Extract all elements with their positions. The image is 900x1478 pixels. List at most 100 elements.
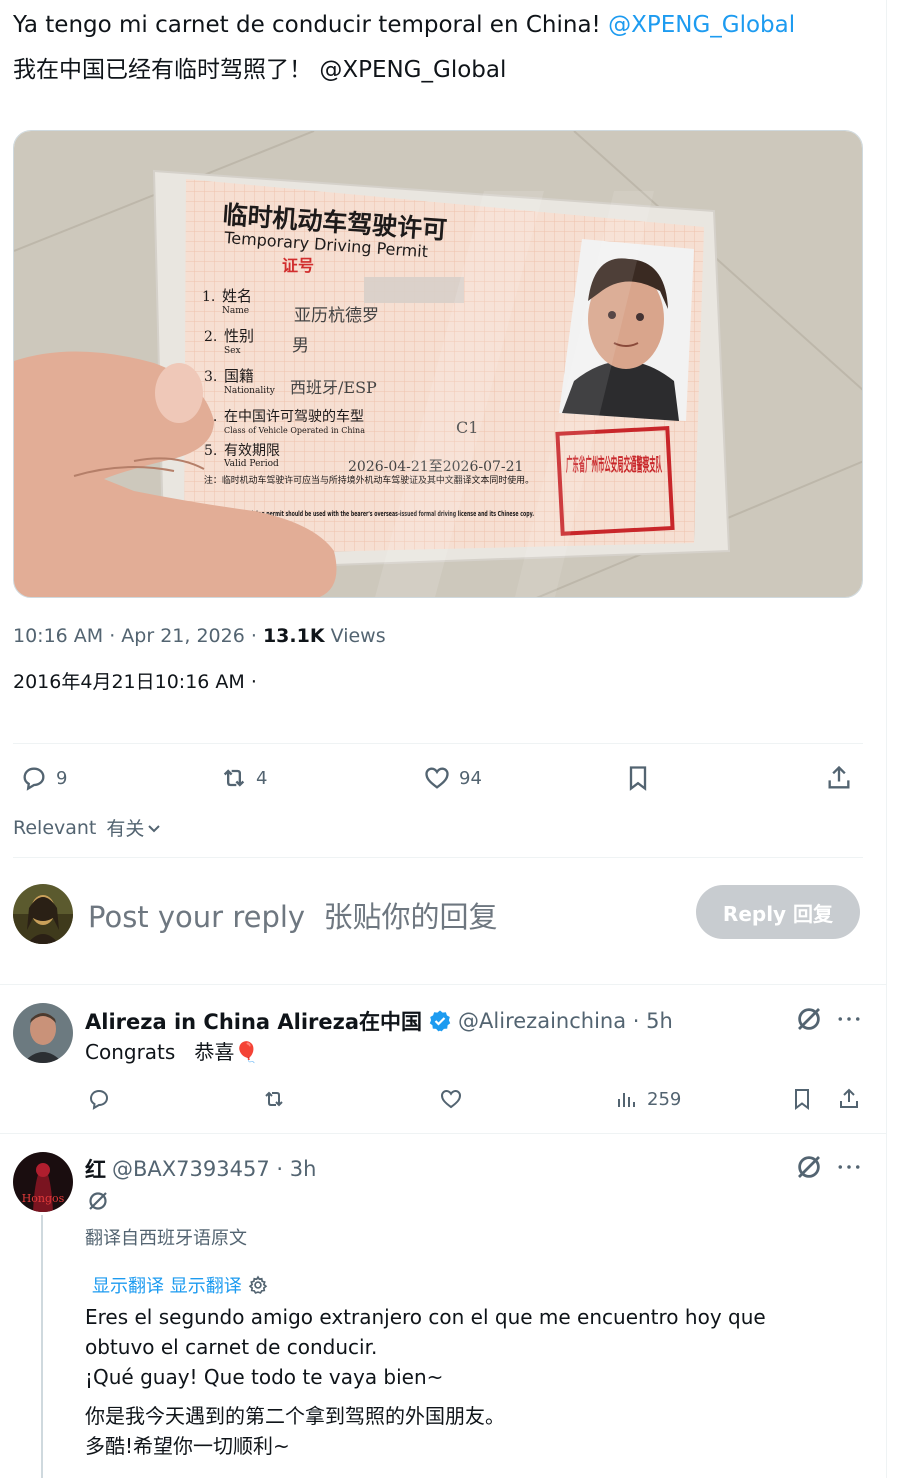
- field4-en: Class of Vehicle Operated in China: [224, 426, 365, 435]
- reply1-text-en: Congrats: [85, 1040, 176, 1064]
- like-action[interactable]: 94: [423, 764, 482, 792]
- reply2-avatar[interactable]: Hongos: [13, 1152, 73, 1212]
- reply-icon: [89, 1089, 109, 1110]
- reply1-text: Congrats 恭喜🎈: [85, 1037, 259, 1067]
- permit-note-zh: 注：临时机动车驾驶许可应当与所持境外机动车驾驶证及其中文翻译文本同时使用。: [204, 474, 534, 486]
- field3-value: 西班牙/ESP: [290, 378, 377, 397]
- field5-zh: 有效期限: [224, 443, 280, 459]
- reply-sort-dropdown[interactable]: Relevant 有关: [13, 814, 162, 841]
- reply-count: 9: [56, 767, 68, 789]
- verified-icon: [429, 1010, 451, 1032]
- field1-num: 1.: [202, 289, 215, 305]
- share-icon: [828, 765, 850, 789]
- tweet-text-zh-content: 我在中国已经有临时驾照了！: [13, 57, 312, 83]
- permit-cert-no: 证号: [282, 256, 314, 275]
- bookmark-icon: [629, 766, 647, 791]
- tweet-text-es: Ya tengo mi carnet de conducir temporal …: [13, 10, 795, 40]
- reply1-reply-action[interactable]: [87, 1087, 111, 1111]
- tweet-text-es-content: Ya tengo mi carnet de conducir temporal …: [13, 12, 601, 38]
- reply2-name[interactable]: 红: [85, 1154, 106, 1184]
- heart-icon: [425, 767, 449, 789]
- share-icon: [840, 1088, 858, 1108]
- divider: [0, 1133, 886, 1134]
- retweet-action[interactable]: 4: [220, 764, 267, 792]
- divider: [13, 857, 863, 858]
- reply2-text-line3: ¡Qué guay! Que todo te vaya bien~: [85, 1365, 444, 1389]
- retweet-count: 4: [256, 767, 268, 789]
- blurred-number: [364, 277, 464, 303]
- reply2-handle[interactable]: @BAX7393457 · 3h: [112, 1157, 316, 1181]
- views-count: 13.1K: [262, 625, 325, 647]
- reply1-header: Alireza in China Alireza在中国 @Alirezainch…: [85, 1006, 673, 1036]
- retweet-icon: [223, 769, 245, 787]
- reply-button[interactable]: Reply 回复: [696, 885, 860, 939]
- reply-placeholder-zh: 张贴你的回复: [323, 900, 498, 934]
- grok-icon[interactable]: [794, 1004, 824, 1034]
- reply2-text-line1: Eres el segundo amigo extranjero con el …: [85, 1305, 766, 1329]
- field3-zh: 国籍: [224, 367, 254, 385]
- share-action[interactable]: [825, 764, 853, 792]
- field5-num: 5.: [204, 443, 217, 459]
- mention-link[interactable]: @XPENG_Global: [608, 12, 795, 38]
- grok-icon[interactable]: [794, 1152, 824, 1182]
- reply2-header: 红 @BAX7393457 · 3h: [85, 1154, 316, 1184]
- bookmark-action[interactable]: [624, 764, 652, 792]
- reply-action[interactable]: 9: [20, 764, 67, 792]
- sort-label-zh: 有关: [106, 818, 145, 840]
- bookmark-icon: [795, 1089, 809, 1110]
- mention-zh: @XPENG_Global: [319, 57, 507, 83]
- tweet-text-zh: 我在中国已经有临时驾照了！ @XPENG_Global: [13, 55, 506, 85]
- sort-label: Relevant: [13, 816, 97, 839]
- field4-zh: 在中国许可驾驶的车型: [224, 408, 364, 425]
- like-count: 94: [459, 767, 482, 789]
- field1-zh: 姓名: [222, 287, 252, 305]
- chevron-down-icon: [148, 824, 161, 832]
- tweet-timestamp-zh: 2016年4月21日10:16 AM ·: [13, 671, 257, 693]
- reply1-bookmark-action[interactable]: [790, 1087, 814, 1111]
- field1-value: 亚历杭德罗: [294, 306, 379, 326]
- reply2-text-line4: 你是我今天遇到的第二个拿到驾照的外国朋友。: [85, 1404, 505, 1428]
- user-avatar[interactable]: [13, 884, 73, 944]
- reply1-retweet-action[interactable]: [262, 1087, 286, 1111]
- divider: [0, 984, 886, 985]
- field2-en: Sex: [224, 346, 241, 356]
- more-icon[interactable]: [834, 1152, 864, 1182]
- views-label: Views: [330, 625, 386, 647]
- reply-input[interactable]: Post your reply 张贴你的回复: [88, 894, 498, 936]
- field3-num: 3.: [204, 369, 217, 385]
- gear-icon: [248, 1275, 267, 1294]
- field2-zh: 性别: [224, 327, 254, 345]
- reply1-like-action[interactable]: [439, 1087, 463, 1111]
- more-icon[interactable]: [834, 1004, 864, 1034]
- divider: [13, 743, 863, 744]
- retweet-icon: [265, 1091, 283, 1107]
- reply2-text-line5: 多酷!希望你一切顺利~: [85, 1434, 290, 1458]
- show-translation-link[interactable]: 显示翻译 显示翻译: [92, 1272, 268, 1298]
- field5-en: Valid Period: [223, 459, 279, 469]
- show-translation-label: 显示翻译 显示翻译: [92, 1276, 242, 1297]
- grok-small-icon[interactable]: [86, 1189, 110, 1213]
- reply1-avatar[interactable]: [13, 1003, 73, 1063]
- tweet-metadata: 10:16 AM · Apr 21, 2026 · 13.1K Views: [13, 625, 386, 647]
- reply-icon: [23, 767, 45, 791]
- reply1-handle[interactable]: @Alirezainchina · 5h: [458, 1009, 673, 1033]
- translated-from: 翻译自西班牙语原文: [85, 1228, 247, 1249]
- reply1-views-action[interactable]: 259: [615, 1087, 681, 1111]
- reply1-text-zh: 恭喜🎈: [194, 1040, 260, 1064]
- reply1-share-action[interactable]: [837, 1087, 861, 1111]
- field2-num: 2.: [204, 329, 217, 345]
- tweet-photo[interactable]: 临时机动车驾驶许可 Temporary Driving Permit 证号 1.…: [13, 130, 863, 598]
- heart-icon: [440, 1089, 462, 1109]
- reply1-name[interactable]: Alireza in China Alireza在中国: [85, 1006, 422, 1036]
- field1-en: Name: [222, 306, 249, 316]
- thread-line: [41, 1215, 43, 1478]
- column-border: [886, 0, 887, 1478]
- reply1-views-count: 259: [647, 1088, 682, 1110]
- tweet-timestamp[interactable]: 10:16 AM · Apr 21, 2026 ·: [13, 625, 257, 647]
- reply-placeholder: Post your reply: [88, 900, 306, 934]
- reply2-avatar-label: Hongos: [22, 1192, 65, 1205]
- field3-en: Nationality: [224, 386, 276, 396]
- field2-value: 男: [292, 336, 309, 356]
- reply2-text-line2: obtuvo el carnet de conducir.: [85, 1335, 378, 1359]
- analytics-icon: [618, 1093, 635, 1107]
